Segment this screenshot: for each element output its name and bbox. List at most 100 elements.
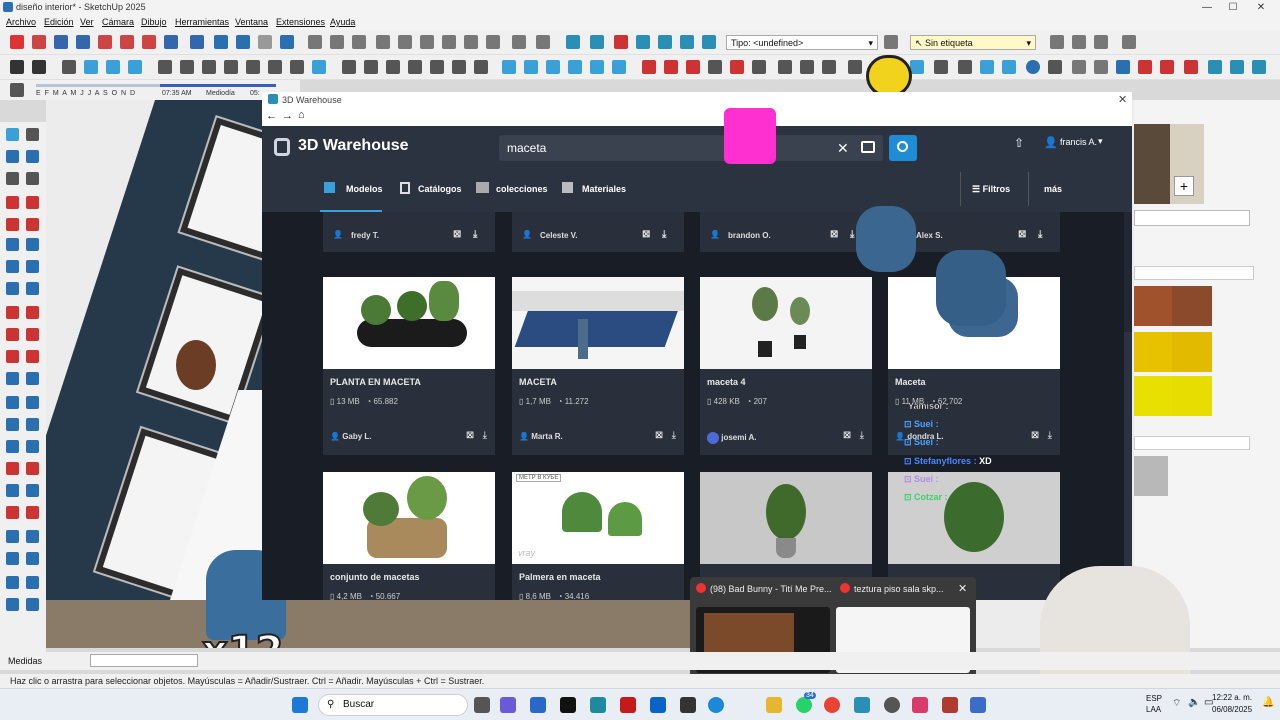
building-3-icon[interactable] (430, 60, 444, 74)
section-icon[interactable] (6, 462, 19, 475)
section-2-icon[interactable] (26, 462, 39, 475)
time-slider[interactable] (160, 84, 276, 87)
result-thumbnail[interactable] (323, 472, 495, 564)
views-right-icon[interactable] (128, 60, 142, 74)
wifi-icon[interactable]: ⌔ (1172, 697, 1181, 710)
building-4-icon[interactable] (452, 60, 466, 74)
result-thumbnail[interactable] (700, 277, 872, 369)
result-thumbnail[interactable]: МЕТР В КУБЕ vray (512, 472, 684, 564)
app-icon[interactable] (530, 697, 546, 713)
hex-icon[interactable] (1072, 60, 1086, 74)
language-indicator[interactable]: ESP (1146, 694, 1162, 703)
move-icon[interactable] (1048, 60, 1062, 74)
door-icon[interactable] (364, 60, 378, 74)
offset-icon[interactable] (26, 350, 39, 363)
layer-3-icon[interactable] (1252, 60, 1266, 74)
result-card[interactable]: PLANTA EN MACETA ▯ 13 MB ◔ 65.882 👤 Gaby… (323, 277, 495, 455)
zoom-icon[interactable] (54, 35, 68, 49)
result-title[interactable]: Palmera en maceta (519, 572, 601, 582)
position-camera-icon[interactable] (190, 35, 204, 49)
details-icon[interactable]: ⊠ (1031, 430, 1039, 441)
result-card[interactable]: MACETA ▯ 1,7 MB ◔ 11.272 👤 Marta R. ⊠ ⤓ (512, 277, 684, 455)
style-active-icon[interactable] (312, 60, 326, 74)
notifications-icon[interactable]: 🔔 (1262, 697, 1274, 708)
sandbox-tool-icon[interactable] (6, 576, 19, 589)
result-title[interactable]: MACETA (519, 377, 557, 387)
search-button[interactable] (889, 135, 917, 161)
home-icon[interactable]: ⌂ (298, 109, 305, 121)
maximize-button[interactable]: ☐ (1220, 0, 1246, 15)
style-textures-icon[interactable] (268, 60, 282, 74)
edge-icon[interactable] (708, 697, 724, 713)
lasso-icon[interactable] (934, 60, 948, 74)
pan-icon[interactable] (120, 35, 134, 49)
material-swatch[interactable] (1134, 456, 1168, 496)
building-5-icon[interactable] (474, 60, 488, 74)
tag-tool-icon[interactable] (1050, 35, 1064, 49)
orbit-icon[interactable] (98, 35, 112, 49)
menu-edicion[interactable]: Edición (44, 17, 74, 27)
axes-tool-icon[interactable] (6, 418, 19, 431)
material-swatch[interactable] (1172, 286, 1212, 326)
clear-search-icon[interactable]: ✕ (837, 135, 849, 161)
rotated-rect-icon[interactable] (26, 218, 39, 231)
measures-input[interactable] (90, 654, 198, 667)
magnet-icon[interactable] (958, 60, 972, 74)
details-icon[interactable]: ⊠ (453, 229, 461, 240)
eraser-icon[interactable] (32, 35, 46, 49)
warehouse-logo[interactable]: 3D Warehouse (298, 137, 409, 155)
lasso-tool-icon[interactable] (26, 128, 39, 141)
text-icon[interactable] (752, 60, 766, 74)
solid-outer-icon[interactable] (612, 60, 626, 74)
section-cut-icon[interactable] (702, 35, 716, 49)
windows-start-icon[interactable] (292, 697, 308, 713)
shadow-toggle-icon[interactable] (10, 83, 24, 97)
preview-tab-1[interactable]: (98) Bad Bunny - Tití Me Pre... (710, 584, 832, 594)
material-swatch[interactable] (1134, 376, 1174, 416)
zoom-window-icon[interactable] (76, 35, 90, 49)
menu-ventana[interactable]: Ventana (235, 17, 268, 27)
axes-icon[interactable] (730, 60, 744, 74)
back-icon[interactable]: ← (266, 110, 277, 122)
app-icon[interactable] (942, 697, 958, 713)
open-file-icon[interactable] (330, 35, 344, 49)
rectangle-icon[interactable] (708, 60, 722, 74)
tags-arrow-icon[interactable] (1094, 35, 1108, 49)
user-icon[interactable] (32, 60, 46, 74)
arc-3-icon[interactable] (6, 282, 19, 295)
details-icon[interactable]: ⊠ (830, 229, 838, 240)
app-icon[interactable] (970, 697, 986, 713)
ruby-icon[interactable] (822, 60, 836, 74)
section-fill-icon[interactable] (658, 35, 672, 49)
type-dropdown[interactable]: Tipo: <undefined> ▾ (726, 35, 878, 50)
info-icon[interactable] (536, 35, 550, 49)
download-icon[interactable]: ⤓ (662, 229, 666, 240)
tiktok-2-icon[interactable] (912, 697, 928, 713)
file-icon[interactable] (10, 60, 24, 74)
details-icon[interactable]: ⊠ (655, 430, 663, 441)
3d-text-icon[interactable] (26, 418, 39, 431)
result-author[interactable]: josemi A. (707, 432, 757, 444)
chrome-icon[interactable] (824, 697, 840, 713)
folder-icon[interactable] (778, 60, 792, 74)
menu-ayuda[interactable]: Ayuda (330, 17, 355, 27)
solid-union-icon[interactable] (524, 60, 538, 74)
zoom-extents-icon[interactable] (6, 506, 19, 519)
gear-red-icon[interactable] (1160, 60, 1174, 74)
layer-icon[interactable] (1208, 60, 1222, 74)
task-view-icon[interactable] (474, 697, 490, 713)
menu-ver[interactable]: Ver (80, 17, 94, 27)
tag-tool-2-icon[interactable] (26, 172, 39, 185)
menu-herramientas[interactable]: Herramientas (175, 17, 229, 27)
download-icon[interactable]: ⤓ (850, 229, 854, 240)
point-icon[interactable] (642, 60, 656, 74)
solid-subtract-icon[interactable] (546, 60, 560, 74)
material-swatch[interactable] (1134, 332, 1174, 372)
rotate-icon[interactable] (6, 328, 19, 341)
hex-4-icon[interactable] (1138, 60, 1152, 74)
tape-icon[interactable] (6, 372, 19, 385)
forward-icon[interactable]: → (282, 110, 293, 122)
paint-bucket-icon[interactable] (6, 150, 19, 163)
zoom-tool-icon[interactable] (6, 484, 19, 497)
download-icon[interactable]: ⤓ (860, 430, 864, 441)
